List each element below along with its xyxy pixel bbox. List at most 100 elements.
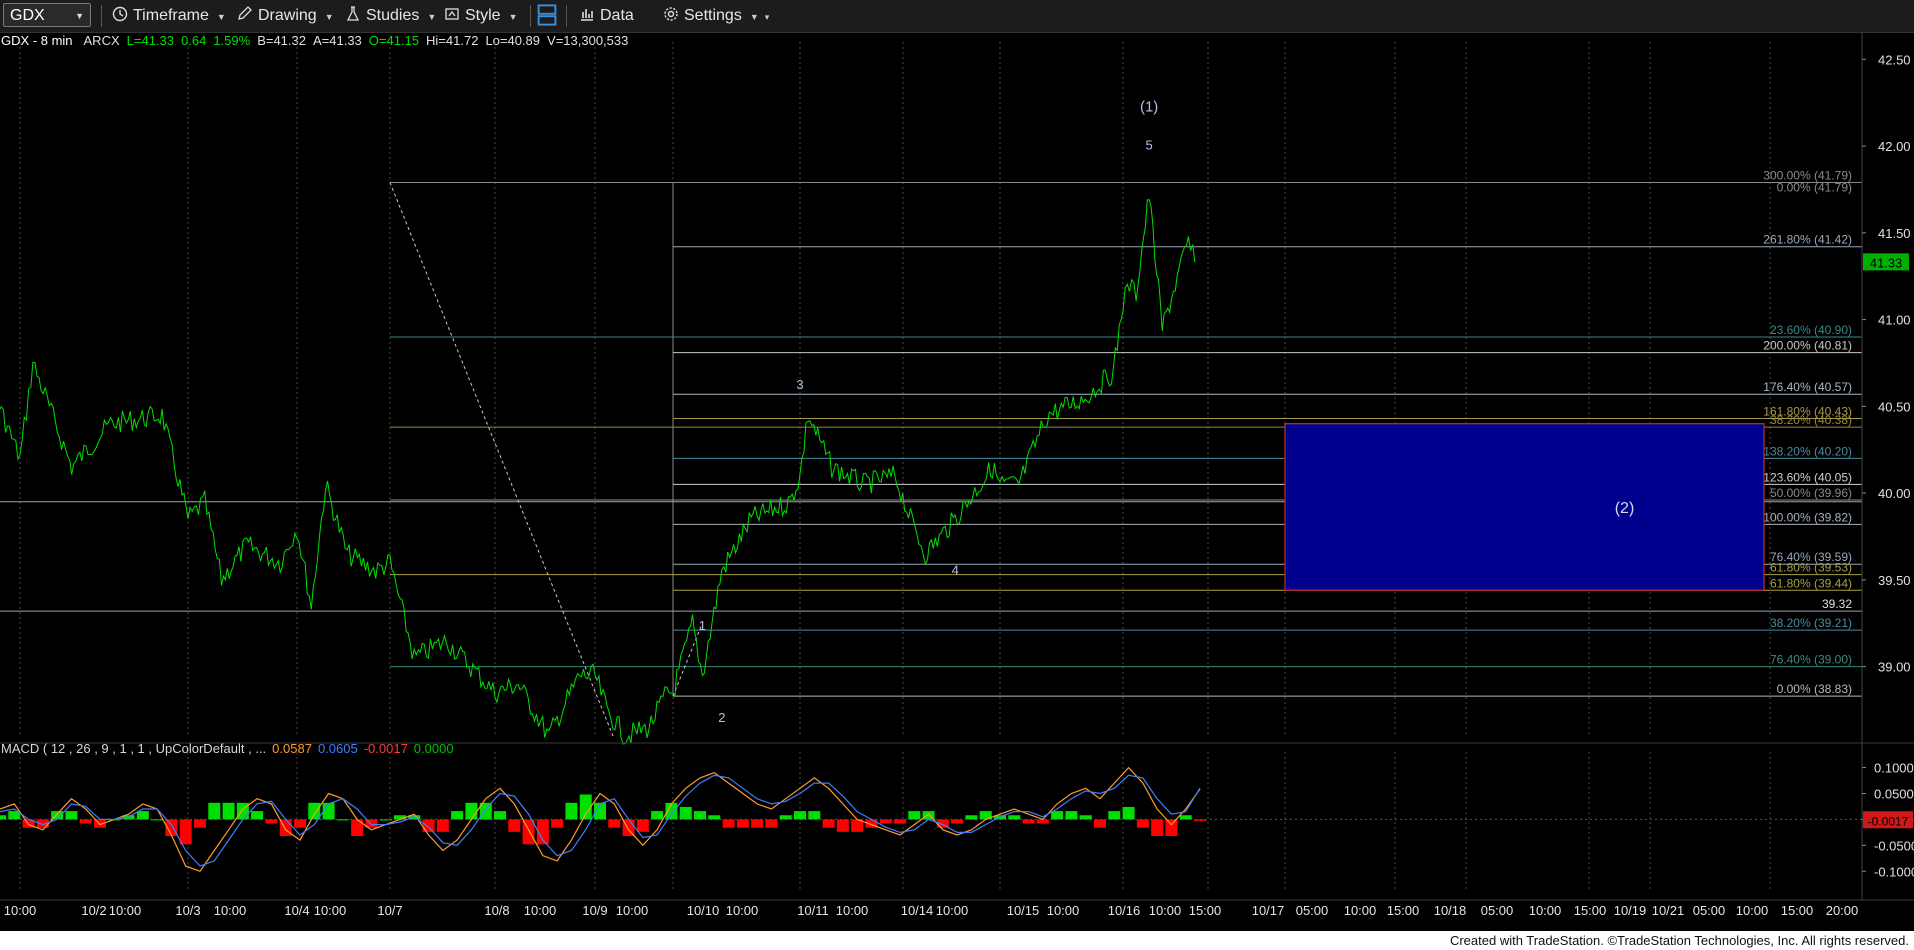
macd-histogram-bar bbox=[136, 811, 149, 820]
macd-histogram-bar bbox=[1165, 819, 1178, 836]
macd-histogram-bar bbox=[65, 811, 78, 820]
y-tick-label: 40.50 bbox=[1878, 399, 1911, 414]
macd-histogram-bar bbox=[308, 802, 321, 820]
macd-info-line: MACD ( 12 , 26 , 9 , 1 , 1 , UpColorDefa… bbox=[1, 740, 460, 758]
wave-label: 1 bbox=[699, 618, 706, 633]
x-tick-label: 10:00 bbox=[1529, 903, 1562, 918]
macd-histogram-bar bbox=[722, 819, 735, 828]
y-tick-label: 40.00 bbox=[1878, 486, 1911, 501]
macd-histogram-bar bbox=[879, 819, 892, 824]
macd-histogram-bar bbox=[465, 802, 478, 820]
macd-histogram-bar bbox=[1122, 806, 1135, 820]
macd-histogram-bar bbox=[779, 815, 792, 820]
x-tick-label: 10/9 bbox=[582, 903, 607, 918]
x-tick-label: 10:00 bbox=[1344, 903, 1377, 918]
x-tick-label: 10/7 bbox=[377, 903, 402, 918]
fib-extension-label: 123.60% (40.05) bbox=[1763, 470, 1852, 484]
macd-histogram-bar bbox=[208, 802, 221, 820]
x-tick-label: 15:00 bbox=[1189, 903, 1222, 918]
macd-histogram-bar bbox=[436, 819, 449, 832]
macd-histogram-bar bbox=[1022, 819, 1035, 824]
y-tick-label: 41.00 bbox=[1878, 313, 1911, 328]
macd-histogram-bar bbox=[708, 815, 721, 820]
macd-histogram-bar bbox=[808, 811, 821, 820]
x-tick-label: 10:00 bbox=[524, 903, 557, 918]
macd-histogram-bar bbox=[651, 811, 664, 820]
macd-histogram-bar bbox=[736, 819, 749, 828]
footer: Created with TradeStation. ©TradeStation… bbox=[0, 931, 1914, 950]
fib-extension-label: 138.20% (40.20) bbox=[1763, 444, 1852, 458]
x-tick-label: 10:00 bbox=[214, 903, 247, 918]
fib-retracement-label: 38.20% (40.38) bbox=[1770, 413, 1852, 427]
x-tick-label: 10/4 bbox=[284, 903, 309, 918]
macd-histogram-bar bbox=[965, 815, 978, 820]
x-tick-label: 10/16 bbox=[1108, 903, 1141, 918]
macd-histogram-bar bbox=[794, 811, 806, 820]
x-tick-label: 10/15 bbox=[1007, 903, 1040, 918]
macd-y-tick-label: -0.0500 bbox=[1874, 838, 1914, 853]
price-series-layer bbox=[0, 199, 1196, 745]
macd-histogram-bar bbox=[508, 819, 521, 832]
x-tick-label: 15:00 bbox=[1574, 903, 1607, 918]
x-tick-label: 05:00 bbox=[1296, 903, 1329, 918]
macd-histogram-bar bbox=[608, 819, 621, 828]
macd-histogram-bar bbox=[1036, 819, 1049, 824]
fib-extension-label: 0.00% (38.83) bbox=[1777, 682, 1852, 696]
macd-value-2: 0.0605 bbox=[317, 741, 358, 756]
x-tick-label: 10/2 bbox=[81, 903, 106, 918]
fib-retracement-label: 61.80% (39.53) bbox=[1770, 561, 1852, 575]
wave-labels-layer: (1) 5 3 4 1 2 bbox=[699, 98, 1159, 725]
macd-histogram-bar bbox=[751, 819, 764, 828]
y-tick-label: 42.00 bbox=[1878, 139, 1911, 154]
macd-histogram-bar bbox=[1194, 819, 1206, 821]
macd-value-1: 0.0587 bbox=[272, 741, 312, 756]
macd-y-tick-label: -0.1000 bbox=[1874, 864, 1914, 879]
fib-extension-label: 176.40% (40.57) bbox=[1763, 380, 1852, 394]
fib-extension-label: 261.80% (41.42) bbox=[1763, 233, 1852, 247]
macd-layer bbox=[0, 766, 1862, 873]
x-tick-label: 10/17 bbox=[1252, 903, 1285, 918]
x-tick-label: 10/14 bbox=[901, 903, 934, 918]
macd-histogram-bar bbox=[379, 819, 392, 821]
horizontal-level-label: 39.32 bbox=[1822, 597, 1852, 611]
x-tick-label: 15:00 bbox=[1387, 903, 1420, 918]
macd-histogram-bar bbox=[679, 806, 692, 820]
macd-histogram-bar bbox=[565, 802, 578, 820]
macd-histogram-bar bbox=[79, 819, 92, 824]
y-tick-label: 39.00 bbox=[1878, 660, 1911, 675]
fib-retracement-label: 23.60% (40.90) bbox=[1770, 323, 1852, 337]
x-tick-label: 10/21 bbox=[1652, 903, 1685, 918]
copyright-text: Created with TradeStation. ©TradeStation… bbox=[1449, 933, 1909, 948]
macd-histogram-bar bbox=[908, 811, 921, 820]
y-tick-label: 39.50 bbox=[1878, 573, 1911, 588]
x-tick-label: 10/3 bbox=[175, 903, 200, 918]
macd-histogram-bar bbox=[0, 815, 6, 820]
macd-histogram-bar bbox=[836, 819, 849, 832]
macd-histogram-bar bbox=[1108, 811, 1121, 820]
macd-histogram-bar bbox=[1008, 815, 1021, 820]
price-chart[interactable]: 300.00% (41.79)261.80% (41.42)200.00% (4… bbox=[0, 0, 1914, 931]
macd-histogram-bar bbox=[579, 794, 592, 820]
macd-histogram-bar bbox=[251, 811, 264, 820]
macd-histogram-bar bbox=[765, 819, 778, 828]
macd-histogram-bar bbox=[1079, 815, 1092, 820]
macd-histogram-bar bbox=[422, 819, 435, 832]
x-tick-label: 20:00 bbox=[1826, 903, 1859, 918]
fib-extension-label: 100.00% (39.82) bbox=[1763, 510, 1852, 524]
x-tick-label: 10:00 bbox=[1149, 903, 1182, 918]
fib-retracement-label: 50.00% (39.96) bbox=[1770, 486, 1852, 500]
x-tick-label: 10:00 bbox=[314, 903, 347, 918]
wave-label: 3 bbox=[796, 377, 803, 392]
fib-small-label: 38.20% (39.21) bbox=[1770, 616, 1852, 630]
x-tick-label: 10/18 bbox=[1434, 903, 1467, 918]
macd-y-tick-label: 0.1000 bbox=[1874, 761, 1914, 776]
macd-y-tick-label: 0.0500 bbox=[1874, 786, 1914, 801]
macd-histogram-bar bbox=[951, 819, 964, 824]
x-tick-label: 05:00 bbox=[1693, 903, 1726, 918]
macd-histogram-bar bbox=[151, 819, 164, 821]
x-tick-label: 10:00 bbox=[1736, 903, 1769, 918]
macd-histogram-bar bbox=[894, 819, 906, 824]
x-tick-label: 10:00 bbox=[836, 903, 869, 918]
x-tick-label: 15:00 bbox=[1781, 903, 1814, 918]
fib-extension-label: 200.00% (40.81) bbox=[1763, 339, 1852, 353]
